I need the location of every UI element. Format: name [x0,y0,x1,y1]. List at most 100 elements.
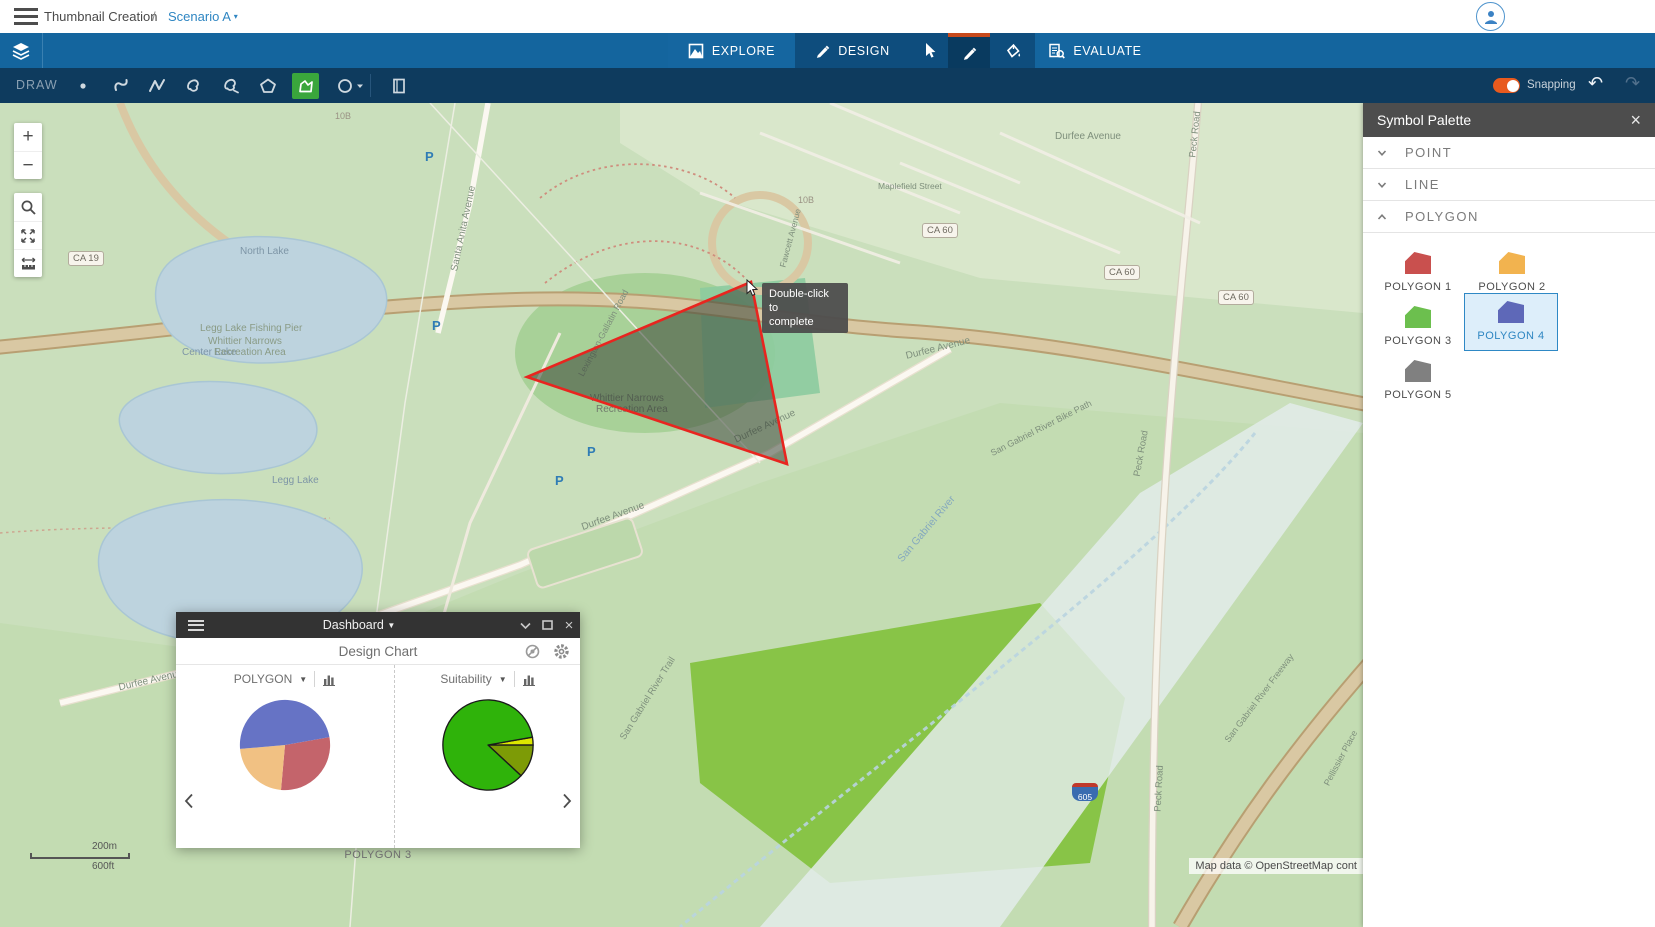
sketch-layer-tool[interactable] [382,68,416,103]
palette-section-point[interactable]: POINT [1363,137,1655,169]
polygon-swatch-icon [1498,301,1524,323]
measure-button[interactable] [14,249,42,277]
freehand-loop-icon [183,77,203,95]
tooltip-line1: Double-click to [769,287,841,315]
pie-chart-suitability[interactable] [440,697,536,793]
chart-column-left: POLYGON ▼ [176,665,395,848]
draw-polyline-tool[interactable] [140,68,174,103]
gear-icon[interactable] [553,643,570,665]
zoom-out-button[interactable]: − [14,151,42,179]
breadcrumb-project[interactable]: Thumbnail Creation [44,9,157,24]
collapse-icon[interactable] [514,618,536,633]
layers-icon [11,42,31,60]
draw-toolbar-label: DRAW [16,78,58,92]
draw-freehand-polygon-tool[interactable] [214,68,248,103]
selector-label: Suitability [440,672,491,686]
bar-chart-icon[interactable] [522,673,536,686]
parking-icon: P [432,318,441,333]
draw-tool-button-active[interactable] [948,33,990,68]
swatch-polygon-5[interactable]: POLYGON 5 [1371,353,1465,401]
layers-button[interactable] [0,33,42,68]
undo-button[interactable]: ↶ [1588,73,1603,94]
draw-polygon-outline-tool[interactable] [251,68,285,103]
swatch-polygon-2[interactable]: POLYGON 2 [1465,245,1559,293]
pie-chart-polygon[interactable] [237,697,333,793]
palette-section-label: LINE [1405,177,1440,192]
select-tool-button[interactable] [910,33,948,68]
swatch-polygon-3[interactable]: POLYGON 3 [1371,299,1465,347]
curve-icon [111,77,131,95]
point-icon [74,77,92,95]
fill-tool-button[interactable] [990,33,1035,68]
polygon-swatch-icon [1405,252,1431,274]
design-label: DESIGN [838,44,890,58]
palette-section-line[interactable]: LINE [1363,169,1655,201]
swatch-label: POLYGON 1 [1371,281,1465,293]
chart-column-right: Suitability ▼ [396,665,580,848]
chart-field-selector[interactable]: POLYGON ▼ [176,665,394,693]
app-window: Thumbnail Creation / Scenario A ▾ EXPLOR… [0,0,1655,927]
snapping-label: Snapping [1527,79,1576,91]
draw-polygon-tool-active[interactable] [292,73,319,99]
close-icon[interactable]: × [1630,110,1641,131]
bar-chart-icon[interactable] [322,673,336,686]
draw-freehand-area-tool[interactable] [176,68,210,103]
search-button[interactable] [14,193,42,221]
evaluate-label: EVALUATE [1073,44,1141,58]
polygon-swatch-icon [1499,252,1525,274]
plan-notebook-icon [390,77,408,95]
chevron-down-icon [1377,148,1387,158]
palette-section-polygon[interactable]: POLYGON [1363,201,1655,233]
carousel-page-label: POLYGON 3 [176,849,580,861]
chevron-up-icon [1377,212,1387,222]
toolbar-divider [370,74,371,97]
dashboard-titlebar[interactable]: Dashboard ▼ × [176,612,580,638]
hamburger-menu-icon[interactable] [14,8,38,25]
user-avatar[interactable] [1476,2,1505,31]
design-pencil-icon [815,43,830,58]
carousel-prev-button[interactable] [184,793,194,814]
zoom-controls: + − [14,123,42,179]
swatch-label: POLYGON 5 [1371,389,1465,401]
expand-arrows-icon [20,228,36,244]
parking-icon: P [555,473,564,488]
highway-shield: CA 60 [1218,290,1254,305]
draw-circle-tool[interactable] [328,68,372,103]
symbol-palette-panel: Symbol Palette × POINT LINE POLYGON POLY… [1363,103,1655,927]
carousel-next-button[interactable] [562,793,572,814]
measure-icon [20,256,37,271]
zoom-in-button[interactable]: + [14,123,42,151]
palette-section-label: POINT [1405,145,1452,160]
top-bar: Thumbnail Creation / Scenario A ▾ [0,0,1655,33]
draw-curve-tool[interactable] [104,68,138,103]
polygon-swatch-icon [1405,306,1431,328]
tooltip-line2: complete [769,315,841,329]
chevron-down-icon [1377,180,1387,190]
extent-button[interactable] [14,221,42,249]
snapping-toggle[interactable] [1493,78,1520,93]
divider [514,671,515,687]
tab-evaluate[interactable]: EVALUATE [1040,33,1150,68]
map-tools-panel [14,193,42,277]
close-icon[interactable]: × [558,617,580,634]
chart-field-selector[interactable]: Suitability ▼ [396,665,580,693]
freehand-loop-tail-icon [221,77,241,95]
swatch-polygon-4-selected[interactable]: POLYGON 4 [1464,293,1558,351]
tab-design[interactable]: DESIGN [795,33,910,68]
redo-button[interactable]: ↷ [1625,73,1640,94]
breadcrumb-separator: / [152,9,156,24]
selector-label: POLYGON [234,672,292,686]
draw-toolbar: DRAW [0,68,1655,103]
divider [314,671,315,687]
visibility-off-icon[interactable] [525,644,540,664]
swatch-polygon-1[interactable]: POLYGON 1 [1371,245,1465,293]
chevron-down-icon: ▼ [387,621,395,630]
tab-explore[interactable]: EXPLORE [668,33,795,68]
design-chart-title: Design Chart [176,638,580,665]
breadcrumb-scenario[interactable]: Scenario A ▾ [168,9,238,24]
maximize-icon[interactable] [536,618,558,633]
evaluate-report-icon [1048,43,1065,59]
mouse-cursor [744,279,760,302]
draw-point-tool[interactable] [66,68,100,103]
dashboard-menu-icon[interactable] [188,620,204,631]
